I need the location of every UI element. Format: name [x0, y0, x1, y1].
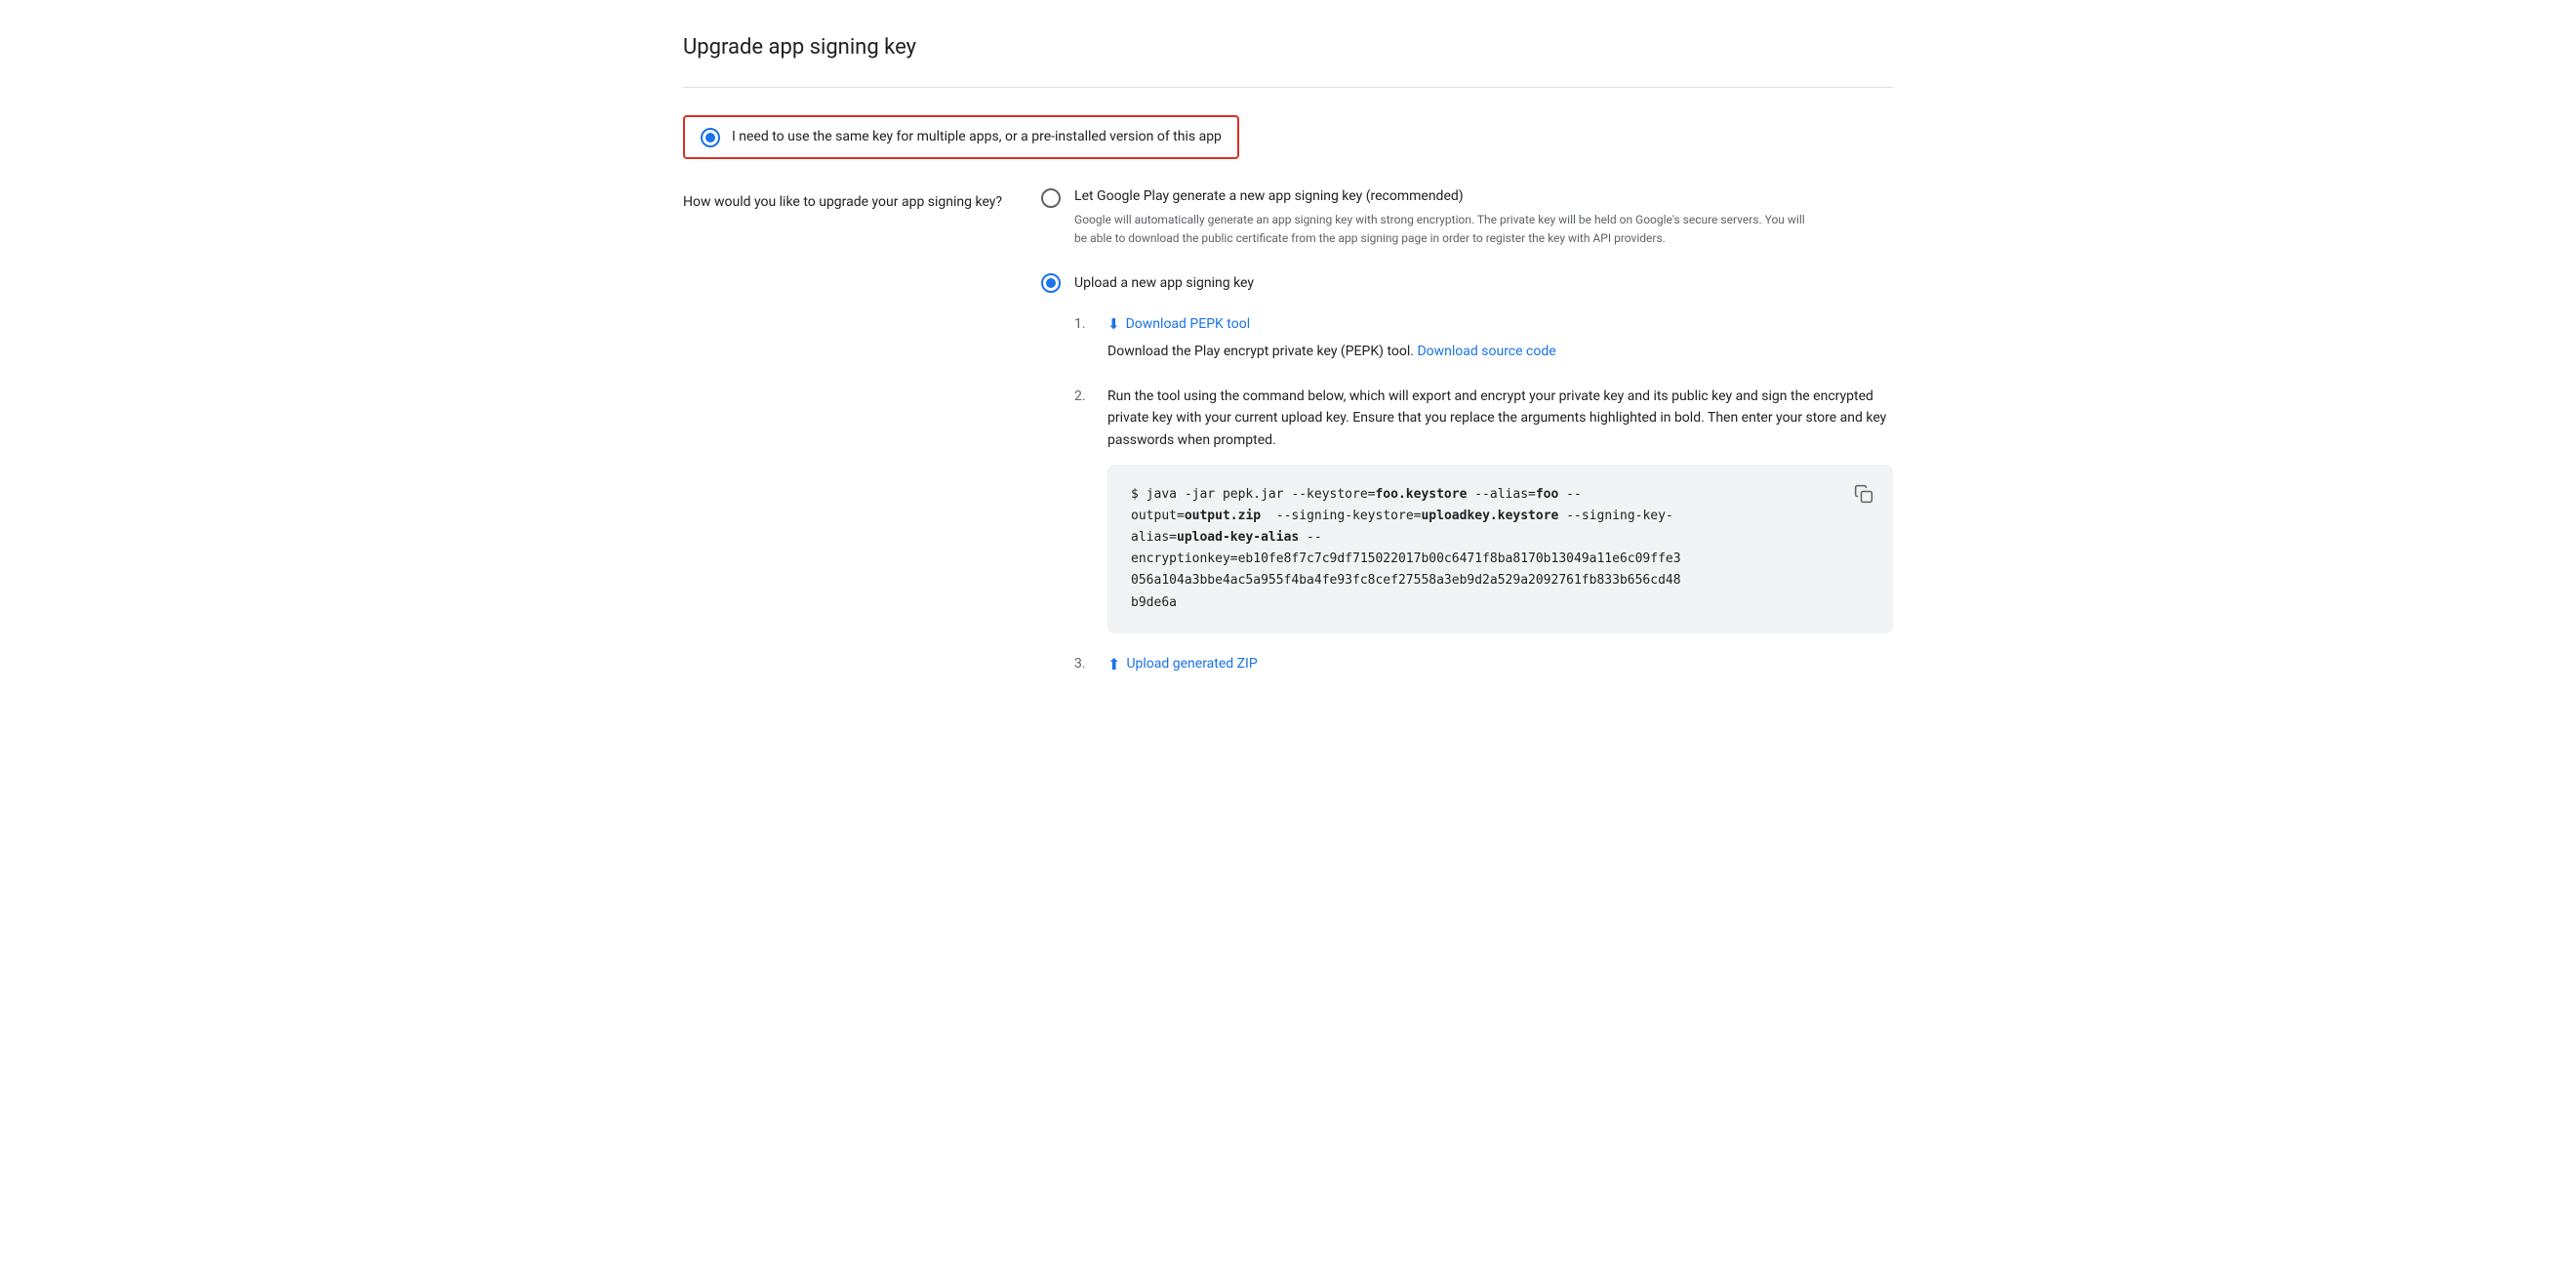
google-generate-title: Let Google Play generate a new app signi… — [1074, 186, 1806, 207]
right-content: Let Google Play generate a new app signi… — [1041, 186, 1893, 719]
upload-zip-link[interactable]: ⬆ Upload generated ZIP — [1107, 653, 1258, 676]
step-3-number: 3. — [1074, 653, 1092, 674]
download-icon: ⬇ — [1107, 313, 1120, 336]
google-generate-desc-block: Let Google Play generate a new app signi… — [1074, 186, 1806, 248]
step-1-desc: Download the Play encrypt private key (P… — [1107, 342, 1556, 362]
steps-list: 1. ⬇ Download PEPK tool Download the P — [1074, 313, 1893, 675]
main-layout: How would you like to upgrade your app s… — [683, 186, 1893, 719]
divider — [683, 87, 1893, 88]
step-2-content: Run the tool using the command below, wh… — [1107, 386, 1893, 633]
step-1-number: 1. — [1074, 313, 1092, 335]
step-2-desc: Run the tool using the command below, wh… — [1107, 386, 1893, 451]
download-pepk-link[interactable]: ⬇ Download PEPK tool — [1107, 313, 1250, 336]
copy-code-button[interactable] — [1850, 480, 1877, 510]
download-source-code-link[interactable]: Download source code — [1417, 344, 1555, 359]
step-1: 1. ⬇ Download PEPK tool Download the P — [1074, 313, 1893, 366]
step-3: 3. ⬆ Upload generated ZIP — [1074, 653, 1893, 676]
upgrade-question-label: How would you like to upgrade your app s… — [683, 186, 1002, 213]
step-1-content: ⬇ Download PEPK tool Download the Play e… — [1107, 313, 1556, 366]
page-title: Upgrade app signing key — [683, 31, 1893, 63]
google-generate-radio[interactable] — [1041, 188, 1061, 208]
upload-key-content: Upload a new app signing key 1. ⬇ Downlo… — [1074, 271, 1893, 695]
step-2-number: 2. — [1074, 386, 1092, 407]
google-generate-sub: Google will automatically generate an ap… — [1074, 211, 1806, 248]
upload-icon: ⬆ — [1107, 653, 1120, 676]
step-2: 2. Run the tool using the command below,… — [1074, 386, 1893, 633]
upload-key-option[interactable]: Upload a new app signing key 1. ⬇ Downlo… — [1041, 271, 1893, 695]
step-3-content: ⬆ Upload generated ZIP — [1107, 653, 1258, 676]
same-key-label: I need to use the same key for multiple … — [732, 127, 1222, 147]
first-option-row: I need to use the same key for multiple … — [683, 115, 1893, 159]
code-text: $ java -jar pepk.jar --keystore=foo.keys… — [1131, 484, 1870, 614]
upload-key-title: Upload a new app signing key — [1074, 273, 1893, 294]
same-key-radio[interactable] — [701, 128, 720, 147]
upload-key-radio[interactable] — [1041, 273, 1061, 293]
code-block: $ java -jar pepk.jar --keystore=foo.keys… — [1107, 465, 1893, 633]
google-generate-option[interactable]: Let Google Play generate a new app signi… — [1041, 186, 1893, 248]
same-key-option[interactable]: I need to use the same key for multiple … — [683, 115, 1239, 159]
